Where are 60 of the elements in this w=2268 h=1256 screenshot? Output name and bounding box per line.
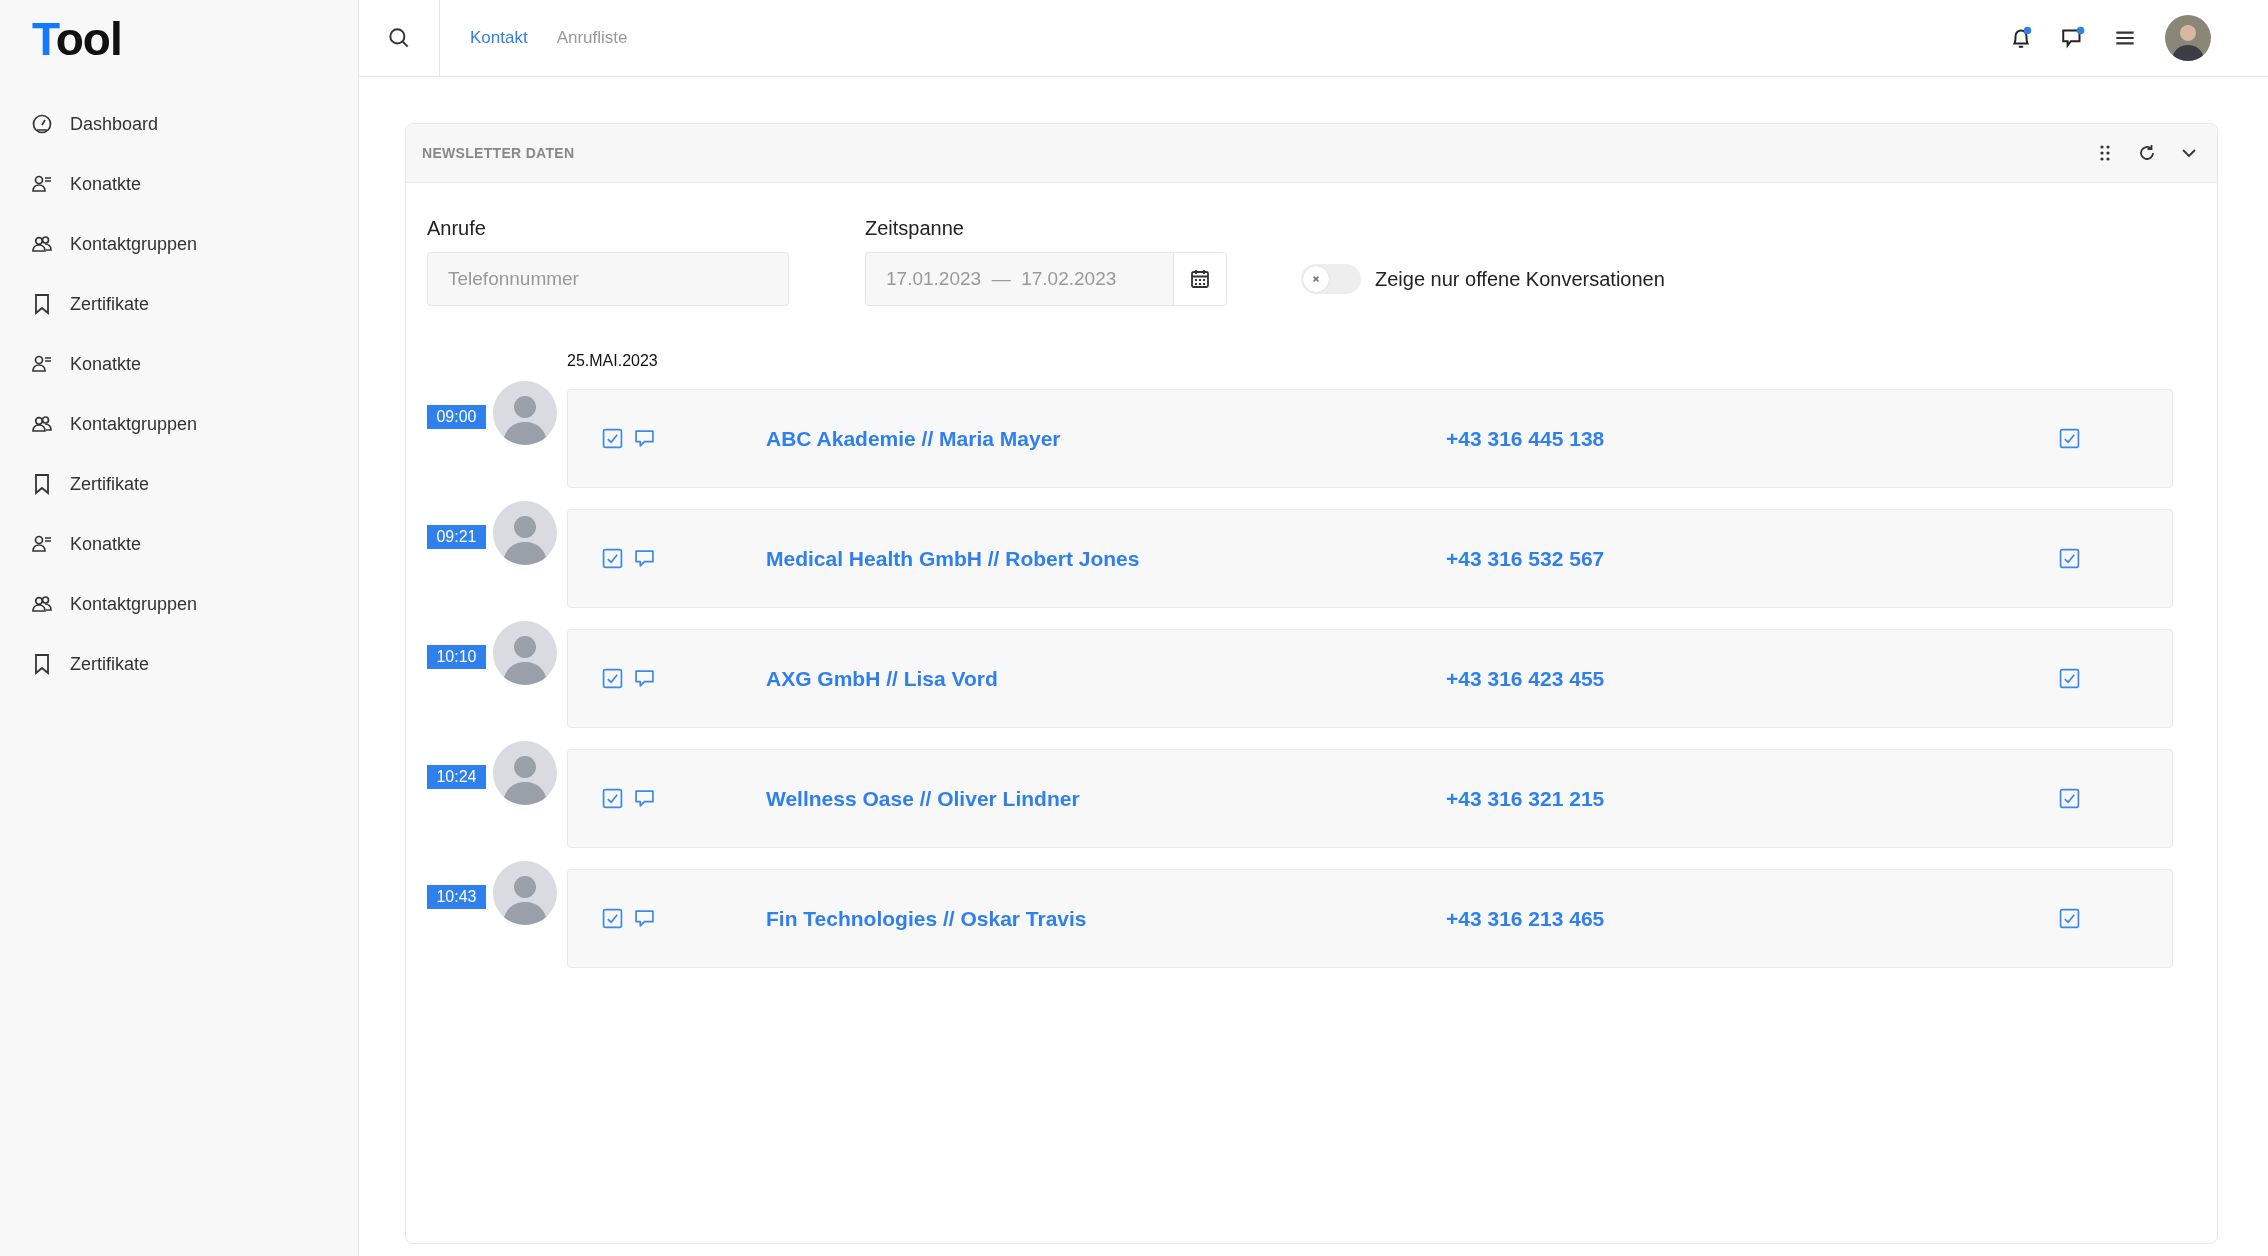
gauge-icon: [30, 112, 54, 136]
sidebar-item[interactable]: Kontaktgruppen: [0, 574, 358, 634]
field-label: Zeitspanne: [865, 217, 965, 240]
contact-link[interactable]: ABC Akademie // Maria Mayer: [766, 426, 1446, 451]
nav-tab[interactable]: Kontakt: [470, 28, 528, 48]
phone-link[interactable]: +43 316 213 465: [1446, 906, 1605, 931]
comment-icon[interactable]: [634, 668, 655, 689]
checked-checkbox[interactable]: [602, 788, 623, 809]
comment-icon[interactable]: [634, 548, 655, 569]
time-badge: 10:43: [427, 885, 486, 909]
contact-link[interactable]: Medical Health GmbH // Robert Jones: [766, 546, 1446, 571]
comment-icon[interactable]: [634, 788, 655, 809]
calendar-button[interactable]: [1173, 253, 1226, 305]
time-badge: 10:10: [427, 645, 486, 669]
call-card[interactable]: AXG GmbH // Lisa Vord +43 316 423 455: [567, 629, 2173, 728]
call-card[interactable]: Fin Technologies // Oskar Travis +43 316 213 465: [567, 869, 2173, 968]
date-heading: 25.MAI.2023: [567, 352, 658, 369]
sidebar-item[interactable]: Kontaktgruppen: [0, 214, 358, 274]
contact-link[interactable]: Fin Technologies // Oskar Travis: [766, 906, 1446, 931]
toggle-label: Zeige nur offene Konversationen: [1375, 267, 1665, 291]
sidebar-item[interactable]: Zertifikate: [0, 454, 358, 514]
checked-checkbox[interactable]: [602, 908, 623, 929]
call-card[interactable]: ABC Akademie // Maria Mayer +43 316 445 138: [567, 389, 2173, 488]
comment-icon[interactable]: [634, 428, 655, 449]
checked-checkbox[interactable]: [602, 668, 623, 689]
card-title: NEWSLETTER DATEN: [422, 145, 575, 161]
checked-checkbox[interactable]: [2059, 788, 2080, 809]
phone-link[interactable]: +43 316 445 138: [1446, 426, 1605, 451]
time-badge: 09:21: [427, 525, 486, 549]
checked-checkbox[interactable]: [2059, 908, 2080, 929]
phone-input-field[interactable]: Telefonnummer: [427, 252, 789, 306]
checked-checkbox[interactable]: [602, 548, 623, 569]
phone-link[interactable]: +43 316 321 215: [1446, 786, 1605, 811]
field-label: Anrufe: [427, 217, 487, 240]
contact-link[interactable]: Wellness Oase // Oliver Lindner: [766, 786, 1446, 811]
sidebar-item[interactable]: Zertifikate: [0, 274, 358, 334]
checked-checkbox[interactable]: [2059, 548, 2080, 569]
date-range-field[interactable]: 17.01.2023 — 17.02.2023: [865, 252, 1227, 306]
call-card[interactable]: Wellness Oase // Oliver Lindner +43 316 321 215: [567, 749, 2173, 848]
toggle-switch[interactable]: [1301, 264, 1361, 294]
time-badge: 09:00: [427, 405, 486, 429]
checked-checkbox[interactable]: [2059, 668, 2080, 689]
nav-tab[interactable]: Anrufliste: [556, 28, 628, 48]
phone-link[interactable]: +43 316 423 455: [1446, 666, 1605, 691]
sidebar-item[interactable]: Dashboard: [0, 94, 358, 154]
sidebar-item[interactable]: Konatkte: [0, 514, 358, 574]
call-card[interactable]: Medical Health GmbH // Robert Jones +43 316 532 567: [567, 509, 2173, 608]
contact-link[interactable]: AXG GmbH // Lisa Vord: [766, 666, 1446, 691]
calendar-icon: [1188, 267, 1212, 291]
checked-checkbox[interactable]: [2059, 428, 2080, 449]
sidebar-item[interactable]: Konatkte: [0, 154, 358, 214]
logo: Tool: [31, 12, 123, 67]
close-icon: [1310, 273, 1322, 285]
sidebar-item[interactable]: Konatkte: [0, 334, 358, 394]
phone-link[interactable]: +43 316 532 567: [1446, 546, 1605, 571]
time-badge: 10:24: [427, 765, 486, 789]
sidebar-item[interactable]: Kontaktgruppen: [0, 394, 358, 454]
checked-checkbox[interactable]: [602, 428, 623, 449]
comment-icon[interactable]: [634, 908, 655, 929]
sidebar-item[interactable]: Zertifikate: [0, 634, 358, 694]
